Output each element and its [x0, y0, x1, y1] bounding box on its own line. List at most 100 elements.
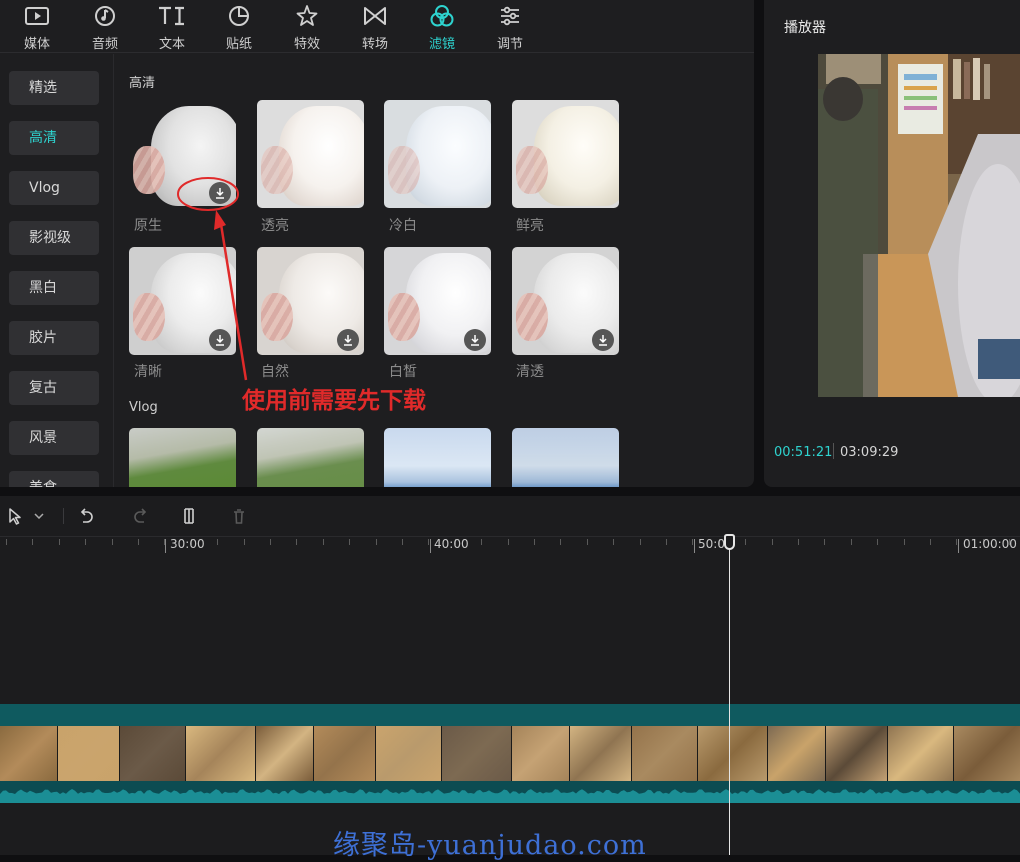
timeline-ruler[interactable]: 30:00 40:00 50:00 01:00:00	[0, 536, 1020, 558]
filter-category-sidebar: 精选 高清 Vlog 影视级 黑白 胶片 复古 风景 美食	[0, 54, 114, 487]
tab-audio[interactable]: 音频	[73, 0, 137, 53]
resource-panel: 媒体 音频 文本 贴纸 特效 转场 滤镜 调节 精选 高清 Vlog 影视级 黑…	[0, 0, 754, 487]
download-icon[interactable]	[592, 329, 614, 351]
video-clip-frames[interactable]	[0, 726, 1020, 781]
ruler-tick	[323, 539, 324, 545]
dropdown-icon[interactable]	[31, 505, 47, 527]
filter-label: 白皙	[389, 364, 417, 380]
clip-frame	[58, 726, 120, 781]
filter-label: 原生	[134, 218, 162, 234]
ruler-tick	[613, 539, 614, 545]
tab-filter[interactable]: 滤镜	[410, 0, 474, 53]
filter-thumb[interactable]	[129, 428, 236, 487]
category-food[interactable]: 美食	[9, 471, 99, 487]
filter-thumb[interactable]	[384, 247, 491, 355]
category-retro[interactable]: 复古	[9, 371, 99, 405]
ruler-tick	[138, 539, 139, 545]
ruler-tick-major	[694, 539, 695, 553]
ruler-tick	[692, 539, 693, 545]
waveform-path	[0, 789, 1020, 803]
ruler-tick	[376, 539, 377, 545]
category-cinematic[interactable]: 影视级	[9, 221, 99, 255]
ruler-tick	[956, 539, 957, 545]
ruler-tick	[428, 539, 429, 545]
playhead-line[interactable]	[729, 536, 730, 855]
tab-effects[interactable]: 特效	[275, 0, 339, 53]
ruler-tick	[851, 539, 852, 545]
time-separator	[833, 443, 834, 459]
ruler-tick-major	[958, 539, 959, 553]
tab-sticker[interactable]: 贴纸	[207, 0, 271, 53]
filter-thumb[interactable]	[512, 100, 619, 208]
section-title-hd: 高清	[129, 76, 156, 91]
clip-frame	[570, 726, 632, 781]
watermark-text: 缘聚岛-yuanjudao.com	[333, 830, 647, 861]
tab-text[interactable]: 文本	[140, 0, 204, 53]
ruler-tick-major	[165, 539, 166, 553]
clip-frame	[256, 726, 314, 781]
clip-frame	[376, 726, 442, 781]
ruler-label: 40:00	[434, 537, 469, 551]
ruler-tick	[904, 539, 905, 545]
toolbar-divider	[63, 508, 64, 524]
playhead-handle[interactable]	[724, 534, 735, 550]
filter-thumb[interactable]	[512, 247, 619, 355]
clip-frame	[314, 726, 376, 781]
filter-label: 透亮	[261, 218, 289, 234]
ruler-tick	[349, 539, 350, 545]
category-vlog[interactable]: Vlog	[9, 171, 99, 205]
filter-label: 自然	[261, 364, 289, 380]
clip-frame	[186, 726, 256, 781]
ruler-tick	[745, 539, 746, 545]
ruler-tick	[85, 539, 86, 545]
player-title: 播放器	[784, 20, 826, 36]
filter-thumb[interactable]	[257, 100, 364, 208]
filter-thumb[interactable]	[384, 100, 491, 208]
undo-icon[interactable]	[77, 505, 99, 527]
download-icon[interactable]	[464, 329, 486, 351]
ruler-tick	[59, 539, 60, 545]
filter-thumb[interactable]	[257, 247, 364, 355]
ruler-tick-major	[430, 539, 431, 553]
video-preview[interactable]	[818, 54, 1020, 397]
filter-label: 鲜亮	[516, 218, 544, 234]
redo-icon[interactable]	[128, 505, 150, 527]
filter-thumb[interactable]	[512, 428, 619, 487]
tab-media[interactable]: 媒体	[5, 0, 69, 53]
transition-icon	[343, 4, 407, 28]
category-hd[interactable]: 高清	[9, 121, 99, 155]
tab-adjust[interactable]: 调节	[478, 0, 542, 53]
category-landscape[interactable]: 风景	[9, 421, 99, 455]
ruler-tick	[640, 539, 641, 545]
total-time: 03:09:29	[840, 445, 899, 460]
player-panel: 播放器 00:51:21 03:09:29	[764, 0, 1020, 487]
delete-icon[interactable]	[228, 505, 250, 527]
filter-thumb[interactable]	[257, 428, 364, 487]
category-film[interactable]: 胶片	[9, 321, 99, 355]
select-icon[interactable]	[4, 505, 26, 527]
section-title-vlog: Vlog	[129, 400, 158, 415]
video-clip-header[interactable]	[0, 704, 1020, 726]
ruler-tick	[772, 539, 773, 545]
ruler-label: 01:00:00	[963, 537, 1017, 551]
audio-waveform[interactable]	[0, 781, 1020, 803]
tab-transition[interactable]: 转场	[343, 0, 407, 53]
current-time: 00:51:21	[774, 445, 833, 460]
filter-label: 清透	[516, 364, 544, 380]
category-bw[interactable]: 黑白	[9, 271, 99, 305]
ruler-tick	[824, 539, 825, 545]
ruler-tick	[32, 539, 33, 545]
download-icon[interactable]	[337, 329, 359, 351]
category-featured[interactable]: 精选	[9, 71, 99, 105]
top-toolbar: 媒体 音频 文本 贴纸 特效 转场 滤镜 调节	[0, 0, 754, 53]
ruler-tick	[112, 539, 113, 545]
sticker-icon	[207, 4, 271, 28]
ruler-label: 30:00	[170, 537, 205, 551]
filter-label: 清晰	[134, 364, 162, 380]
split-icon[interactable]	[178, 505, 200, 527]
ruler-tick	[6, 539, 7, 545]
ruler-tick	[270, 539, 271, 545]
ruler-tick	[666, 539, 667, 545]
timeline-toolbar	[0, 496, 1020, 536]
filter-thumb[interactable]	[384, 428, 491, 487]
